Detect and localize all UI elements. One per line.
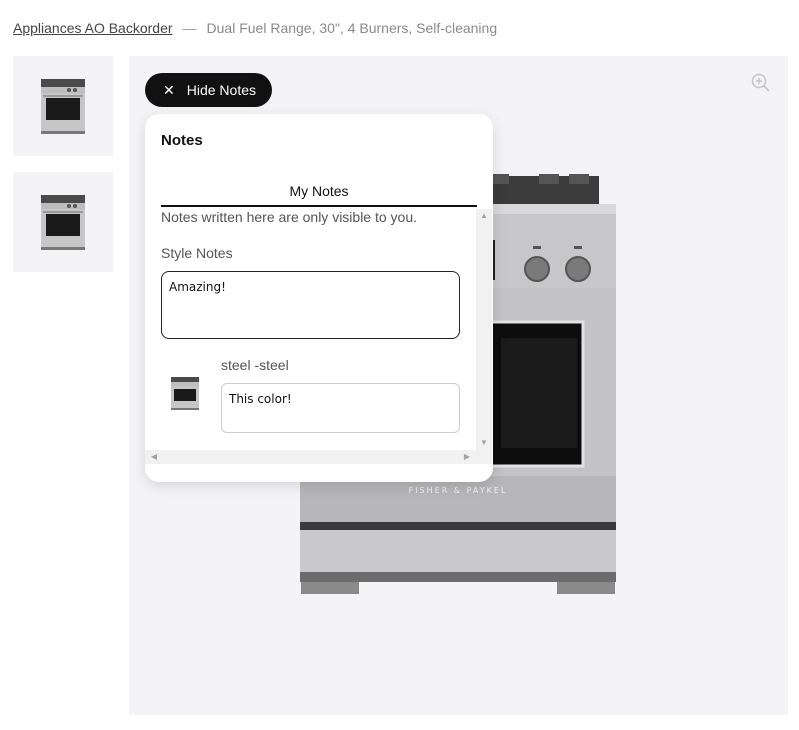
hide-notes-button[interactable]: ✕ Hide Notes (145, 73, 272, 107)
item-product-thumbnail (171, 377, 199, 410)
item-name: steel -steel (221, 357, 289, 373)
scroll-left-icon[interactable]: ◀ (147, 450, 161, 464)
scrollbar-corner (476, 450, 492, 464)
notes-panel: Notes My Notes Notes written here are on… (145, 114, 493, 482)
style-notes-input[interactable]: Amazing! (161, 271, 460, 339)
notes-scroll-area: Notes written here are only visible to y… (145, 209, 493, 450)
privacy-note: Notes written here are only visible to y… (161, 209, 418, 225)
breadcrumb-link[interactable]: Appliances AO Backorder (13, 20, 173, 36)
style-notes-label: Style Notes (161, 245, 233, 261)
scroll-down-icon[interactable]: ▼ (476, 436, 492, 450)
gallery-thumbnail-1[interactable] (13, 56, 113, 156)
notes-title: Notes (161, 132, 203, 149)
breadcrumb-current: Dual Fuel Range, 30", 4 Burners, Self-cl… (206, 20, 498, 36)
zoom-in-icon[interactable] (750, 72, 772, 94)
tab-my-notes[interactable]: My Notes (289, 183, 348, 199)
hide-notes-label: Hide Notes (186, 82, 256, 98)
close-icon: ✕ (163, 82, 175, 98)
horizontal-scrollbar[interactable]: ◀ ▶ (145, 450, 476, 464)
vertical-scrollbar[interactable]: ▲ ▼ (476, 209, 492, 450)
notes-tab-bar: My Notes (161, 176, 477, 207)
scroll-up-icon[interactable]: ▲ (476, 209, 492, 223)
scroll-right-icon[interactable]: ▶ (460, 450, 474, 464)
range-thumbnail-icon (41, 195, 85, 250)
range-thumbnail-icon (41, 79, 85, 134)
brand-label: FISHER & PAYKEL (409, 486, 508, 495)
gallery-thumbnail-2[interactable] (13, 172, 113, 272)
breadcrumb-separator: — (182, 20, 197, 36)
item-note-input[interactable]: This color! (221, 383, 460, 433)
breadcrumb: Appliances AO Backorder — Dual Fuel Rang… (13, 20, 497, 36)
